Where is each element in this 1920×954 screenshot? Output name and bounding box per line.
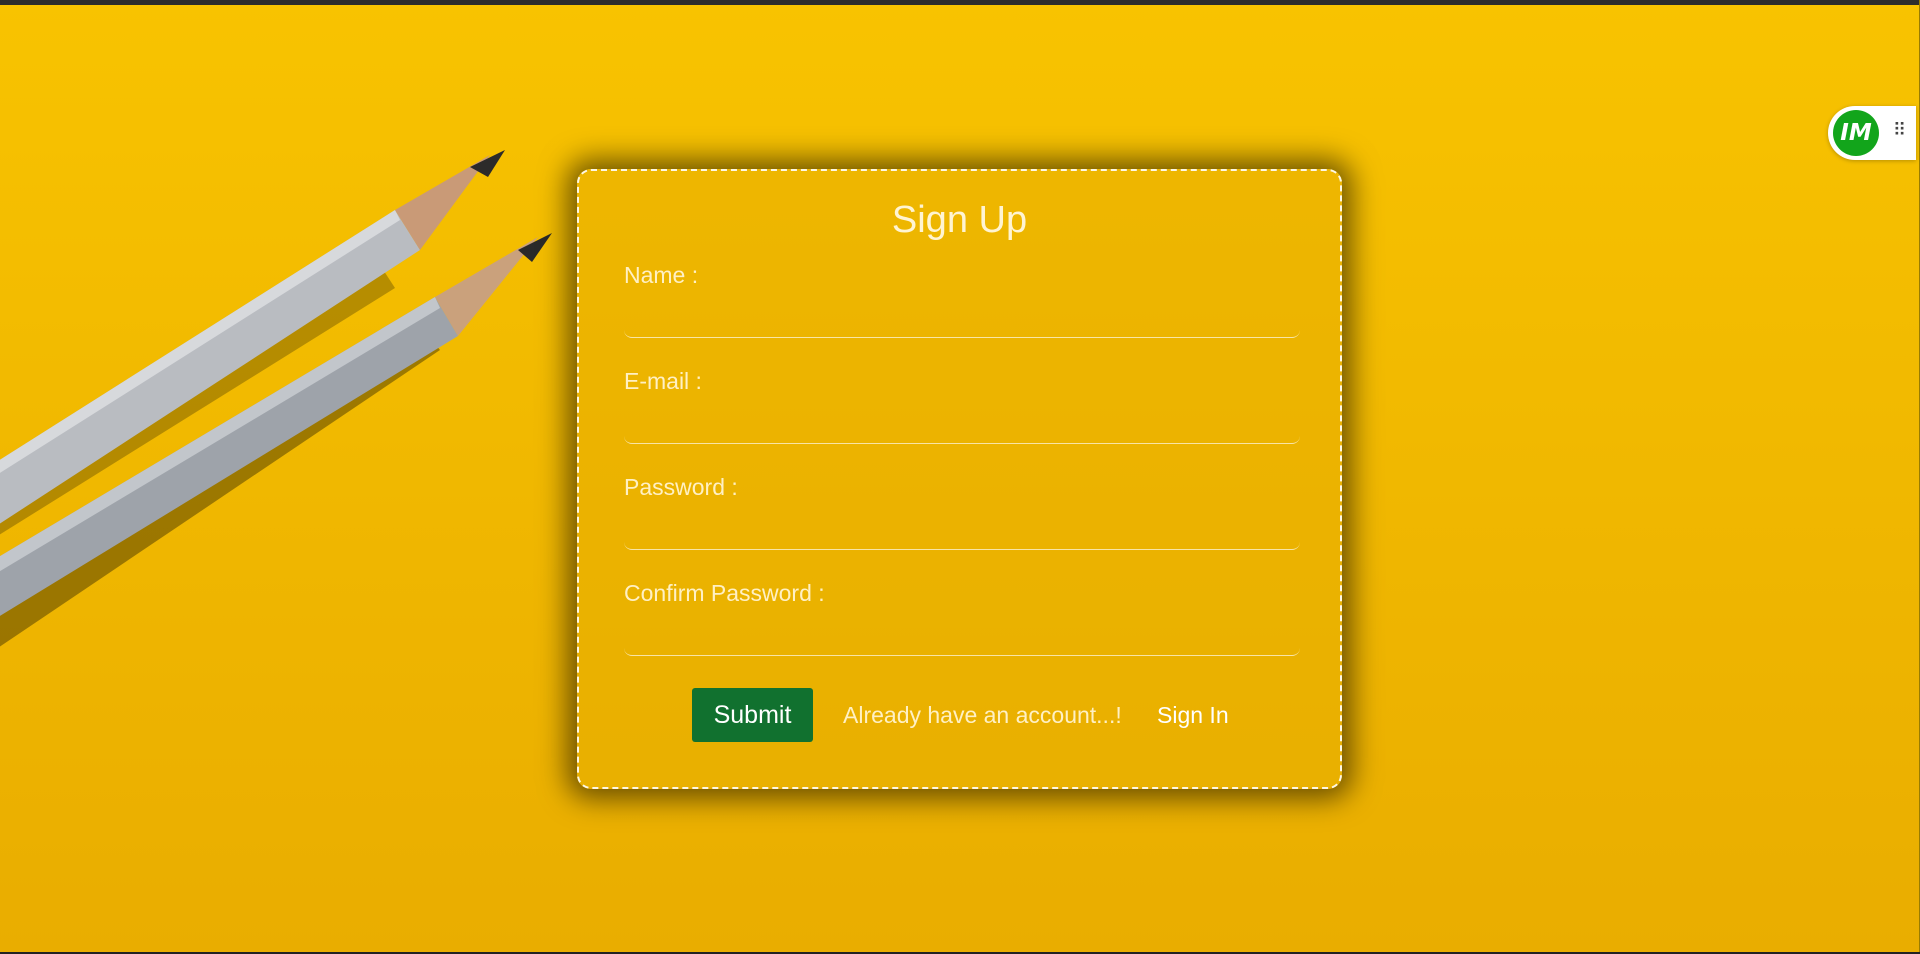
browser-top-edge (0, 0, 1920, 5)
email-input[interactable] (624, 413, 1300, 444)
password-label: Password : (624, 474, 738, 500)
already-have-account-text: Already have an account...! (843, 702, 1122, 728)
password-field-group: Password : (624, 474, 1300, 550)
password-input[interactable] (624, 519, 1300, 550)
confirm-password-input[interactable] (624, 625, 1300, 656)
signup-card: Sign Up Name : E-mail : Password : Confi… (577, 169, 1342, 789)
name-input[interactable] (624, 307, 1300, 338)
name-label: Name : (624, 262, 699, 288)
extension-widget[interactable]: IM ⠿ (1828, 106, 1916, 160)
pencils-image (0, 150, 552, 647)
email-label: E-mail : (624, 368, 702, 394)
drag-handle-icon[interactable]: ⠿ (1893, 121, 1906, 139)
sign-in-link[interactable]: Sign In (1157, 702, 1229, 729)
page-background: Sign Up Name : E-mail : Password : Confi… (0, 0, 1920, 954)
confirm-password-field-group: Confirm Password : (624, 580, 1300, 656)
form-title: Sign Up (891, 199, 1028, 241)
confirm-password-label: Confirm Password : (624, 580, 825, 606)
name-field-group: Name : (624, 262, 1300, 338)
submit-button[interactable]: Submit (692, 688, 813, 742)
email-field-group: E-mail : (624, 368, 1300, 444)
im-logo-icon[interactable]: IM (1833, 110, 1879, 156)
